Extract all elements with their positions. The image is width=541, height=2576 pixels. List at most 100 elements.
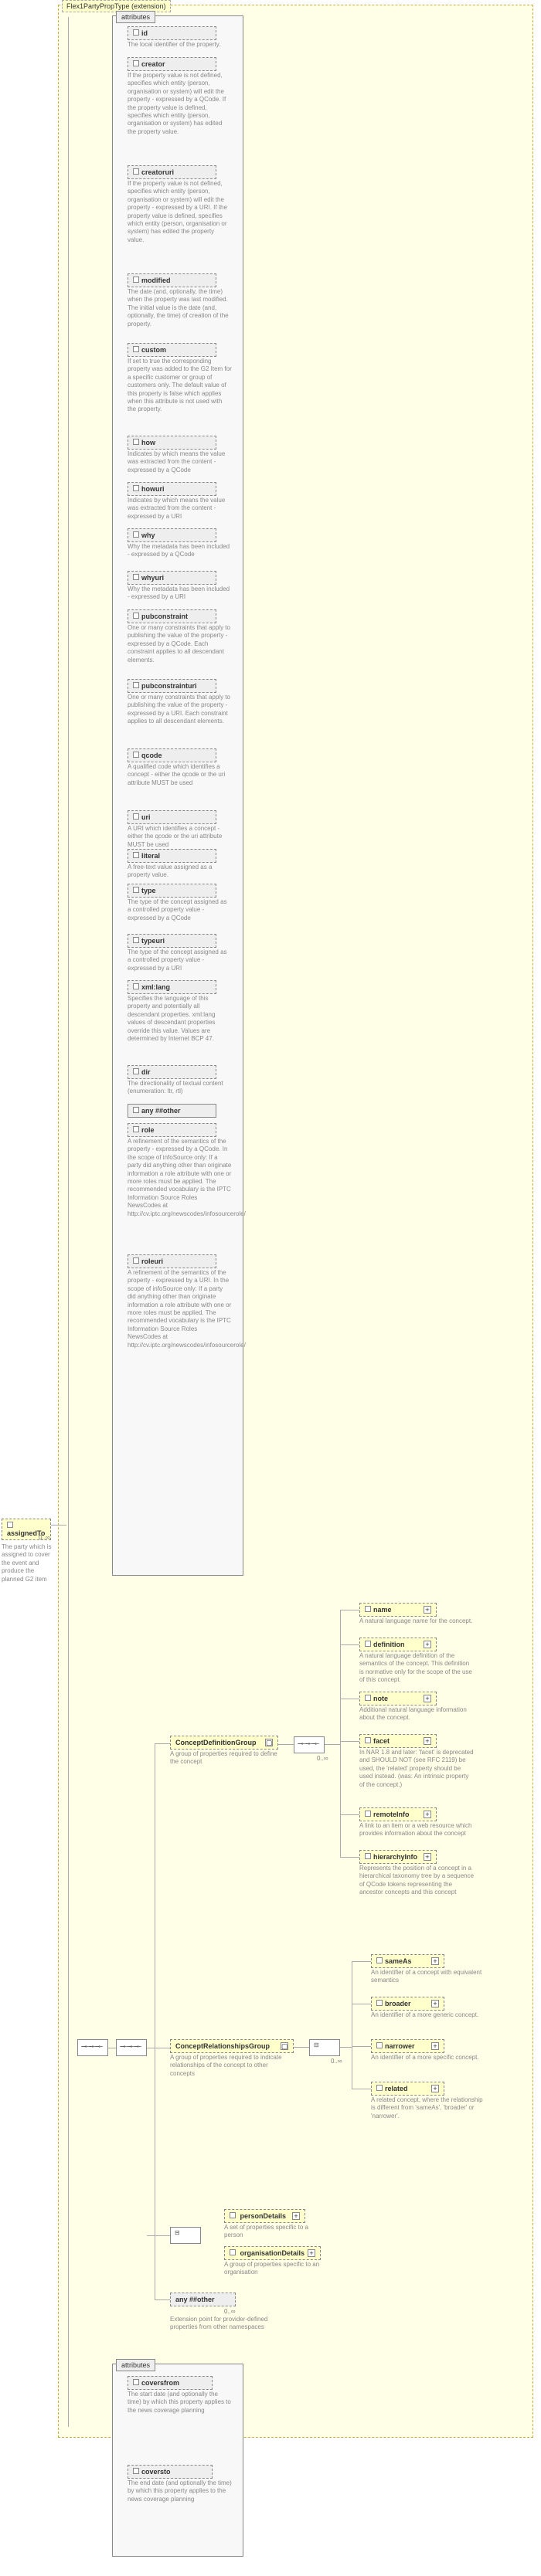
expand-icon[interactable]: + — [424, 1737, 431, 1745]
attr-label: xml:lang — [141, 983, 170, 991]
attr2-hdr-label: attributes — [121, 2361, 150, 2369]
root-sequence: ⊸⊸⊸ — [77, 2039, 108, 2056]
attr-id[interactable]: id — [128, 26, 216, 40]
attr-desc: The type of the concept assigned as a co… — [128, 949, 232, 972]
attr-uri[interactable]: uri — [128, 810, 216, 824]
element-icon — [365, 1641, 371, 1647]
attr-dir[interactable]: dir — [128, 1065, 216, 1079]
attr-icon — [133, 1257, 139, 1264]
conn — [352, 2046, 371, 2047]
crg-child-narrower[interactable]: narrower+ — [371, 2039, 444, 2053]
cdg-desc: A group of properties required to define… — [170, 1750, 286, 1767]
attr-type[interactable]: type — [128, 884, 216, 898]
conn-v — [68, 17, 69, 2427]
concept-definition-group[interactable]: ConceptDefinitionGroup ▢ — [170, 1736, 278, 1750]
child-label: hierarchyInfo — [373, 1853, 417, 1861]
attr2-coversto[interactable]: coversto — [128, 2465, 213, 2479]
attr-literal[interactable]: literal — [128, 849, 216, 863]
attr-icon — [133, 2468, 139, 2474]
attr-pubconstraint[interactable]: pubconstraint — [128, 609, 216, 623]
attr-icon — [133, 1126, 139, 1132]
attr-desc: A URI which identifies a concept - eithe… — [128, 825, 232, 849]
attr-whyuri[interactable]: whyuri — [128, 571, 216, 585]
attr-label: coversto — [141, 2468, 171, 2476]
attr-desc: The start date (and optionally the time)… — [128, 2391, 232, 2415]
expand-icon[interactable]: + — [431, 2085, 439, 2092]
conn — [325, 1744, 340, 1745]
cdg-child-note[interactable]: note + — [359, 1692, 437, 1705]
child-label: note — [373, 1695, 388, 1702]
expand-icon[interactable]: + — [424, 1853, 431, 1861]
attr-desc: Why the metadata has been included - exp… — [128, 585, 232, 602]
attr-typeuri[interactable]: typeuri — [128, 934, 216, 948]
attr-label: pubconstrainturi — [141, 682, 197, 690]
expand-icon[interactable]: + — [424, 1695, 431, 1702]
cdg-child-remoteInfo[interactable]: remoteInfo + — [359, 1807, 437, 1821]
attr-creator[interactable]: creator — [128, 57, 216, 71]
expand-icon[interactable]: + — [292, 2212, 300, 2220]
concept-relationships-group[interactable]: ConceptRelationshipsGroup ▢ — [170, 2039, 294, 2053]
expand-icon[interactable]: + — [308, 2249, 315, 2257]
organisation-details[interactable]: organisationDetails + — [224, 2246, 321, 2260]
attr-label: creatoruri — [141, 168, 174, 176]
conn — [340, 1741, 359, 1742]
conn — [51, 1525, 66, 1526]
person-desc: A set of properties specific to a person — [224, 2224, 325, 2240]
crg-child-broader[interactable]: broader+ — [371, 1997, 444, 2011]
expand-icon[interactable]: + — [424, 1811, 431, 1818]
conn — [155, 2299, 170, 2300]
attr-qcode[interactable]: qcode — [128, 748, 216, 762]
expand-icon[interactable]: ▢ — [265, 1739, 273, 1746]
attr-how[interactable]: how — [128, 436, 216, 450]
expand-icon[interactable]: + — [431, 1957, 439, 1965]
crg-label: ConceptRelationshipsGroup — [175, 2042, 270, 2050]
person-details[interactable]: personDetails + — [224, 2209, 305, 2223]
attr-icon — [133, 752, 139, 758]
attr-label: creator — [141, 60, 165, 68]
crg-child-sameAs[interactable]: sameAs+ — [371, 1954, 444, 1968]
attr2-coversfrom[interactable]: coversfrom — [128, 2376, 213, 2390]
attr-why[interactable]: why — [128, 528, 216, 542]
attr-roleuri[interactable]: roleuri — [128, 1254, 216, 1268]
attr-label: modified — [141, 277, 171, 284]
attr-hdr-label: attributes — [121, 13, 150, 21]
person-label: personDetails — [240, 2212, 287, 2220]
attr-howuri[interactable]: howuri — [128, 482, 216, 496]
expand-icon[interactable]: + — [431, 2000, 439, 2008]
cdg-child-definition[interactable]: definition+ — [359, 1638, 437, 1651]
attr-role[interactable]: role — [128, 1123, 216, 1137]
person-org-choice: ⊟ — [170, 2227, 201, 2244]
expand-icon[interactable]: + — [431, 2042, 439, 2050]
attr-anyother[interactable]: any ##other — [128, 1104, 216, 1118]
child-desc: An identifier of a more generic concept. — [371, 2011, 478, 2019]
attr-icon — [133, 1107, 139, 1113]
child-desc: Represents the position of a concept in … — [359, 1865, 475, 1897]
attr-pubconstrainturi[interactable]: pubconstrainturi — [128, 679, 216, 693]
attr-desc: One or many constraints that apply to pu… — [128, 624, 232, 664]
child-desc: Additional natural language information … — [359, 1706, 475, 1722]
expand-icon[interactable]: ▢ — [281, 2042, 288, 2050]
conn — [147, 2235, 170, 2236]
attr-creatoruri[interactable]: creatoruri — [128, 165, 216, 179]
inner-sequence: ⊸⊸⊸ — [116, 2039, 147, 2056]
expand-icon[interactable]: + — [424, 1606, 431, 1614]
child-label: name — [373, 1606, 392, 1614]
cdg-child-name[interactable]: name + — [359, 1603, 437, 1617]
attr-desc: Indicates by which means the value was e… — [128, 497, 232, 521]
child-label: remoteInfo — [373, 1811, 410, 1818]
attr-desc: The local identifier of the property. — [128, 41, 220, 49]
crg-child-related[interactable]: related+ — [371, 2082, 444, 2096]
attr-xmllang[interactable]: xml:lang — [128, 980, 216, 994]
attr-label: typeuri — [141, 937, 165, 945]
cdg-child-hierarchyInfo[interactable]: hierarchyInfo + — [359, 1850, 437, 1864]
expand-icon[interactable]: + — [424, 1641, 431, 1648]
cdg-child-facet[interactable]: facet+ — [359, 1734, 437, 1748]
org-label: organisationDetails — [240, 2249, 305, 2257]
attr-label: custom — [141, 346, 166, 354]
element-icon — [365, 1811, 371, 1817]
attr-label: type — [141, 887, 156, 894]
attr-custom[interactable]: custom — [128, 343, 216, 357]
attr-modified[interactable]: modified — [128, 273, 216, 287]
any-other[interactable]: any ##other — [170, 2293, 236, 2306]
attr-desc: Specifies the language of this property … — [128, 995, 232, 1043]
